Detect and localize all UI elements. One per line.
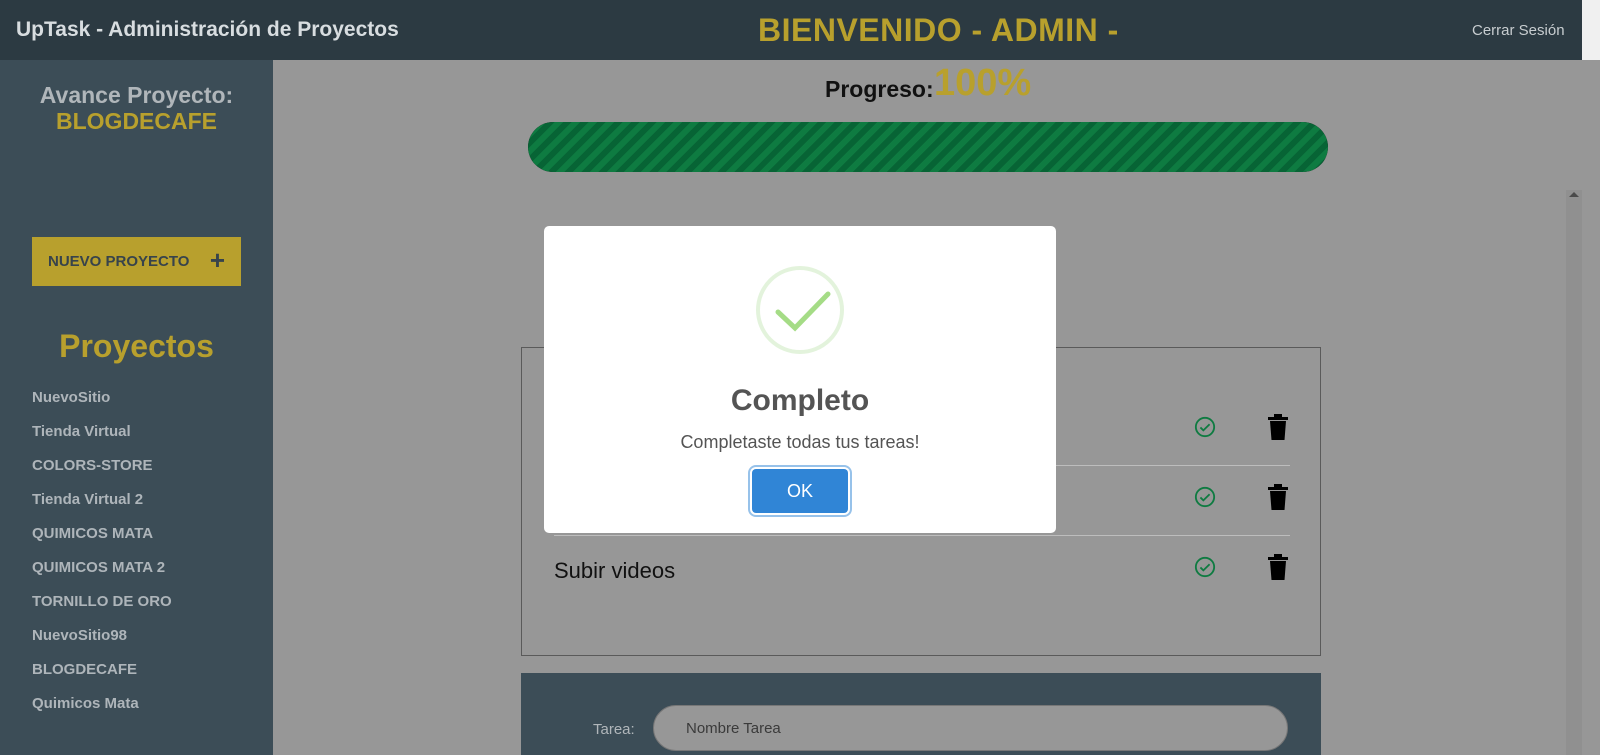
scroll-up-arrow-icon[interactable] [1569, 192, 1579, 197]
complete-check-icon[interactable] [1194, 416, 1216, 438]
progress-bar [528, 122, 1328, 172]
task-row: Subir videos [554, 536, 1290, 606]
project-link[interactable]: COLORS-STORE [32, 457, 172, 491]
current-project-name: BLOGDECAFE [56, 108, 217, 134]
project-link[interactable]: NuevoSitio [32, 389, 172, 423]
delete-trash-icon[interactable] [1268, 554, 1288, 580]
success-check-icon [756, 266, 844, 354]
scrollbar[interactable] [1566, 190, 1582, 755]
new-task-form: Tarea: [521, 673, 1321, 755]
progress-fill [528, 122, 1328, 172]
checkmark-icon [775, 291, 831, 332]
modal-title: Completo [730, 384, 870, 417]
project-link[interactable]: QUIMICOS MATA 2 [32, 559, 172, 593]
app-title: UpTask - Administración de Proyectos [16, 18, 399, 41]
top-header: UpTask - Administración de Proyectos BIE… [0, 0, 1582, 60]
project-link[interactable]: Tienda Virtual 2 [32, 491, 172, 525]
logout-link[interactable]: Cerrar Sesión [1472, 22, 1565, 39]
modal-message: Completaste todas tus tareas! [680, 432, 920, 452]
delete-trash-icon[interactable] [1268, 484, 1288, 510]
progress-value: 100% [934, 62, 1032, 104]
delete-trash-icon[interactable] [1268, 414, 1288, 440]
complete-check-icon[interactable] [1194, 556, 1216, 578]
sidebar: Avance Proyecto: BLOGDECAFE NUEVO PROYEC… [0, 60, 273, 755]
avance-label: Avance Proyecto: [39, 82, 234, 108]
ok-button[interactable]: OK [752, 469, 848, 513]
projects-title: Proyectos [59, 328, 214, 364]
project-link[interactable]: BLOGDECAFE [32, 661, 172, 695]
project-link[interactable]: NuevoSitio98 [32, 627, 172, 661]
success-modal: Completo Completaste todas tus tareas! O… [544, 226, 1056, 533]
project-link[interactable]: TORNILLO DE ORO [32, 593, 172, 627]
new-project-button[interactable]: NUEVO PROYECTO + [32, 237, 241, 286]
project-link[interactable]: Tienda Virtual [32, 423, 172, 457]
task-name: Subir videos [554, 558, 676, 583]
complete-check-icon[interactable] [1194, 486, 1216, 508]
plus-icon: + [209, 245, 225, 275]
project-link[interactable]: Quimicos Mata [32, 695, 172, 729]
window-edge [1582, 0, 1600, 60]
project-list: NuevoSitio Tienda Virtual COLORS-STORE T… [32, 389, 172, 729]
task-name-input[interactable] [653, 705, 1288, 751]
progress-label: Progreso: [825, 76, 934, 102]
welcome-message: BIENVENIDO - ADMIN - [758, 12, 1119, 48]
project-link[interactable]: QUIMICOS MATA [32, 525, 172, 559]
new-project-label: NUEVO PROYECTO [48, 253, 190, 270]
task-field-label: Tarea: [593, 721, 635, 738]
